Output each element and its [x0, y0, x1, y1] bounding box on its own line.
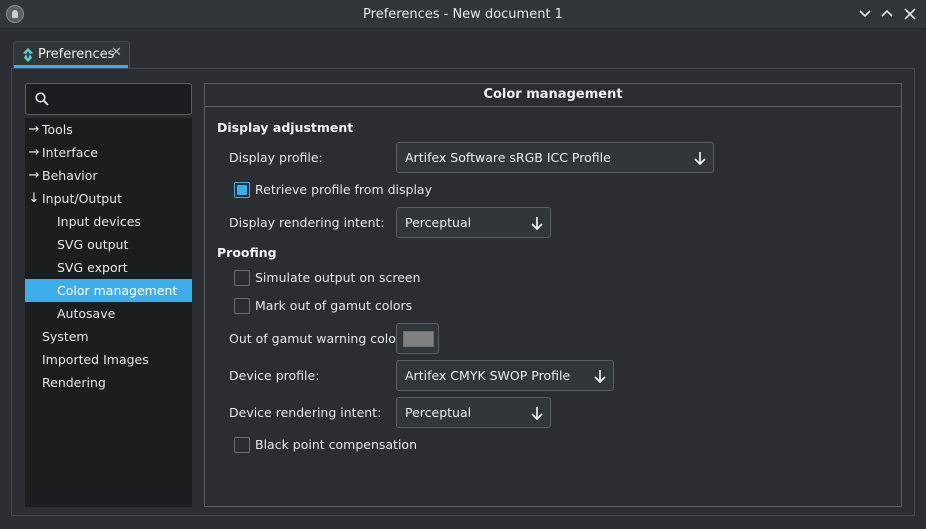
- tree-item-label: Imported Images: [42, 352, 149, 367]
- minimize-icon[interactable]: [855, 4, 875, 24]
- arrow-down-icon: [531, 407, 543, 421]
- tree-item-label: Input/Output: [42, 191, 122, 206]
- device-rendering-intent-select[interactable]: Perceptual: [396, 397, 551, 428]
- display-rendering-intent-value: Perceptual: [405, 215, 472, 230]
- display-profile-select[interactable]: Artifex Software sRGB ICC Profile: [396, 142, 714, 173]
- tree-item-interface[interactable]: → Interface: [25, 141, 192, 164]
- search-box[interactable]: [25, 83, 192, 115]
- display-adjustment-heading: Display adjustment: [217, 120, 354, 135]
- proofing-heading: Proofing: [217, 245, 277, 260]
- collapse-arrow-icon[interactable]: ↓: [27, 187, 41, 210]
- arrow-down-icon: [531, 217, 543, 231]
- mark-gamut-label[interactable]: Mark out of gamut colors: [255, 298, 412, 313]
- black-point-label[interactable]: Black point compensation: [255, 437, 417, 452]
- inkscape-icon: [23, 48, 33, 62]
- tree-item-label: Color management: [57, 283, 178, 298]
- tree-item-autosave[interactable]: Autosave: [25, 302, 192, 325]
- tree-item-svg-export[interactable]: SVG export: [25, 256, 192, 279]
- maximize-icon[interactable]: [877, 4, 897, 24]
- arrow-down-icon: [594, 370, 606, 384]
- tree-item-input-output[interactable]: ↓ Input/Output: [25, 187, 192, 210]
- device-rendering-intent-label: Device rendering intent:: [229, 405, 382, 420]
- expand-arrow-icon[interactable]: →: [27, 141, 41, 164]
- expand-arrow-icon[interactable]: →: [27, 164, 41, 187]
- mark-gamut-checkbox[interactable]: [234, 298, 250, 314]
- device-rendering-intent-value: Perceptual: [405, 405, 472, 420]
- warning-color-button[interactable]: [396, 323, 439, 354]
- close-window-icon[interactable]: [900, 4, 920, 24]
- device-profile-select[interactable]: Artifex CMYK SWOP Profile: [396, 360, 614, 391]
- tab-label: Preferences: [38, 47, 115, 62]
- tree-item-label: Rendering: [42, 375, 106, 390]
- tab-close-icon[interactable]: ✕: [111, 45, 122, 60]
- tree-item-label: Interface: [42, 145, 98, 160]
- black-point-checkbox[interactable]: [234, 437, 250, 453]
- tree-item-label: Tools: [42, 122, 73, 137]
- tree-item-input-devices[interactable]: Input devices: [25, 210, 192, 233]
- arrow-down-icon: [694, 152, 706, 166]
- tree-item-rendering[interactable]: Rendering: [25, 371, 192, 394]
- retrieve-profile-label[interactable]: Retrieve profile from display: [255, 182, 432, 197]
- simulate-output-checkbox[interactable]: [234, 270, 250, 286]
- search-icon: [35, 92, 49, 106]
- display-rendering-intent-label: Display rendering intent:: [229, 215, 385, 230]
- tab-preferences[interactable]: Preferences ✕: [13, 41, 130, 68]
- search-input[interactable]: [56, 88, 186, 110]
- device-profile-label: Device profile:: [229, 368, 320, 383]
- expand-arrow-icon[interactable]: →: [27, 118, 41, 141]
- tree-item-svg-output[interactable]: SVG output: [25, 233, 192, 256]
- device-profile-value: Artifex CMYK SWOP Profile: [405, 368, 571, 383]
- tree-item-system[interactable]: System: [25, 325, 192, 348]
- tree-item-imported-images[interactable]: Imported Images: [25, 348, 192, 371]
- retrieve-profile-checkbox[interactable]: [234, 182, 250, 198]
- warning-color-label: Out of gamut warning color:: [229, 331, 406, 346]
- display-profile-label: Display profile:: [229, 150, 323, 165]
- panel-title: Color management: [204, 83, 902, 107]
- preferences-tree: → Tools → Interface → Behavior ↓ Input/O…: [25, 118, 192, 507]
- simulate-output-label[interactable]: Simulate output on screen: [255, 270, 421, 285]
- tree-item-label: SVG export: [57, 260, 128, 275]
- tree-item-tools[interactable]: → Tools: [25, 118, 192, 141]
- warning-color-swatch: [403, 331, 434, 347]
- tree-item-label: Autosave: [57, 306, 116, 321]
- tree-item-label: SVG output: [57, 237, 129, 252]
- display-rendering-intent-select[interactable]: Perceptual: [396, 207, 551, 238]
- window-title: Preferences - New document 1: [363, 7, 563, 22]
- tree-item-color-management[interactable]: Color management: [25, 279, 192, 302]
- title-bar: Preferences - New document 1: [0, 0, 926, 29]
- display-profile-value: Artifex Software sRGB ICC Profile: [405, 150, 611, 165]
- tree-item-label: Input devices: [57, 214, 141, 229]
- tree-item-behavior[interactable]: → Behavior: [25, 164, 192, 187]
- tree-item-label: System: [42, 329, 89, 344]
- tree-item-label: Behavior: [42, 168, 98, 183]
